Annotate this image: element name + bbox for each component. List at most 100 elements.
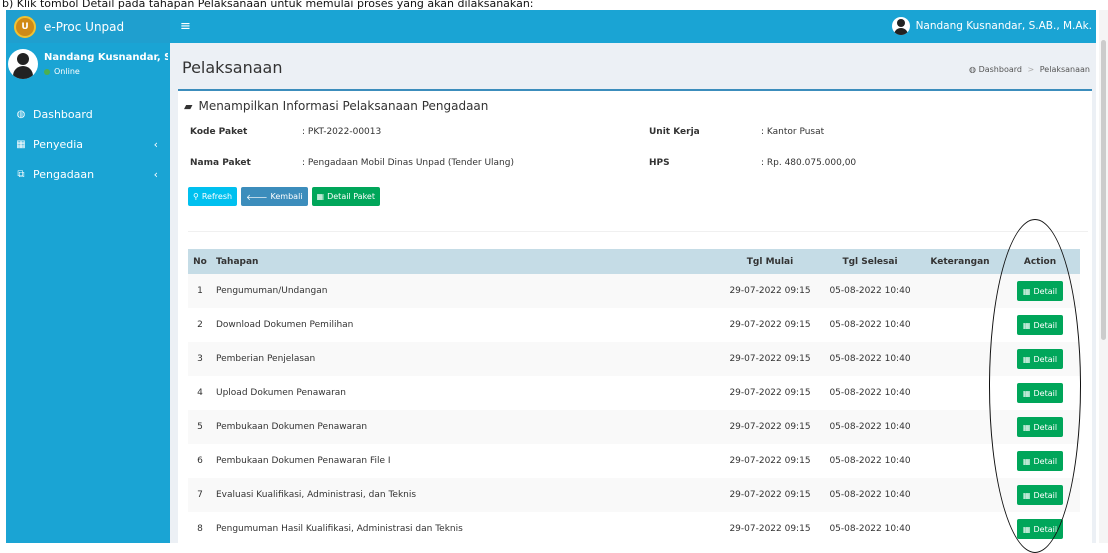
calendar-icon: ▦: [16, 138, 26, 150]
calendar-icon: ▦: [316, 192, 325, 201]
kembali-label: Kembali: [270, 192, 303, 201]
box-title: ▰ Menampilkan Informasi Pelaksanaan Peng…: [184, 99, 488, 113]
row-keterangan: [920, 274, 1000, 308]
sidebar-item-label: Penyedia: [33, 137, 84, 151]
row-no: 8: [197, 524, 203, 534]
table-header-row: No Tahapan Tgl Mulai Tgl Selesai Keteran…: [188, 249, 1080, 274]
brand[interactable]: U e-Proc Unpad: [6, 10, 170, 43]
row-keterangan: [920, 376, 1000, 410]
user-menu[interactable]: Nandang Kusnandar, S.AB., M.Ak.: [891, 17, 1092, 35]
col-tahapan: Tahapan: [212, 249, 720, 274]
row-tgl-selesai: 05-08-2022 10:40: [820, 410, 920, 444]
detail-paket-label: Detail Paket: [327, 192, 375, 201]
row-tahapan: Upload Dokumen Penawaran: [216, 388, 346, 398]
row-no: 6: [197, 456, 203, 466]
row-tahapan: Pemberian Penjelasan: [212, 342, 720, 376]
kode-paket-label: Kode Paket: [190, 127, 248, 137]
row-tahapan: Pembukaan Dokumen Penawaran File I: [216, 456, 391, 466]
row-no: 5: [188, 410, 212, 444]
row-tgl-selesai: 05-08-2022 10:40: [820, 342, 920, 376]
row-tgl-mulai: 29-07-2022 09:15: [729, 524, 811, 534]
sidebar-item-label: Pengadaan: [33, 167, 95, 181]
table-row: 3 Pemberian Penjelasan 29-07-2022 09:15 05-…: [188, 342, 1080, 376]
sidebar-item-pengadaan[interactable]: ⧉ Pengadaan ‹: [6, 159, 170, 189]
document-caption: b) Klik tombol Detail pada tahapan Pelak…: [2, 0, 534, 10]
dashboard-icon: ◍: [969, 65, 977, 74]
row-tahapan: Pengumuman/Undangan: [212, 274, 720, 308]
table-row: 7 Evaluasi Kualifikasi, Administrasi, dan…: [188, 478, 1080, 512]
refresh-button[interactable]: ⚲ Refresh: [188, 187, 238, 206]
brand-name: e-Proc Unpad: [44, 19, 125, 34]
detail-paket-button[interactable]: ▦ Detail Paket: [311, 187, 380, 206]
row-tgl-selesai: 05-08-2022 10:40: [829, 456, 911, 466]
tahapan-table: No Tahapan Tgl Mulai Tgl Selesai Keteran…: [188, 249, 1080, 543]
sidebar-item-dashboard[interactable]: ◍ Dashboard: [6, 99, 170, 129]
breadcrumb-current: Pelaksanaan: [1039, 65, 1090, 74]
col-tgl-mulai: Tgl Mulai: [720, 249, 820, 274]
col-keterangan: Keterangan: [920, 249, 1000, 274]
breadcrumb: ◍ Dashboard > Pelaksanaan: [969, 65, 1090, 74]
chevron-left-icon: ‹: [153, 137, 158, 151]
table-row: 5 Pembukaan Dokumen Penawaran 29-07-2022 0…: [188, 410, 1080, 444]
sidebar: U e-Proc Unpad Nandang Kusnandar, S.AB. …: [6, 10, 170, 543]
search-icon: ⚲: [193, 192, 199, 201]
book-icon: ▰: [184, 99, 193, 113]
table-row: 8 Pengumuman Hasil Kualifikasi, Administr…: [188, 512, 1080, 543]
unit-kerja-label: Unit Kerja: [649, 127, 700, 137]
row-tahapan: Pengumuman Hasil Kualifikasi, Administra…: [216, 524, 463, 534]
breadcrumb-separator: >: [1027, 65, 1035, 74]
row-tgl-selesai: 05-08-2022 10:40: [829, 388, 911, 398]
sidebar-item-penyedia[interactable]: ▦ Penyedia ‹: [6, 129, 170, 159]
main-content: Pelaksanaan ◍ Dashboard > Pelaksanaan ▰ …: [170, 43, 1096, 543]
online-status: Online: [44, 67, 168, 76]
box-title-text: Menampilkan Informasi Pelaksanaan Pengad…: [198, 99, 489, 113]
page-title: Pelaksanaan: [182, 58, 283, 77]
divider: [188, 231, 1088, 232]
row-keterangan: [920, 478, 1000, 512]
unit-kerja-value: : Kantor Pusat: [761, 127, 825, 137]
row-tgl-selesai: 05-08-2022 10:40: [829, 320, 911, 330]
row-tgl-mulai: 29-07-2022 09:15: [729, 320, 811, 330]
external-link-icon: ⧉: [17, 168, 25, 180]
action-buttons: ⚲ Refresh 🡐 Kembali ▦ Detail Paket: [188, 187, 384, 206]
kode-paket-value: : PKT-2022-00013: [302, 127, 382, 137]
breadcrumb-home[interactable]: Dashboard: [979, 65, 1022, 74]
row-keterangan: [920, 342, 1000, 376]
row-tahapan: Download Dokumen Pemilihan: [216, 320, 354, 330]
row-keterangan: [920, 410, 1000, 444]
row-keterangan: [920, 444, 1000, 478]
scrollbar[interactable]: [1099, 10, 1108, 543]
dashboard-icon: ◍: [16, 108, 26, 120]
sidebar-user-name: Nandang Kusnandar, S.AB.: [44, 52, 168, 63]
table-row: 6 Pembukaan Dokumen Penawaran File I 29-07…: [188, 444, 1080, 478]
row-tgl-mulai: 29-07-2022 09:15: [720, 342, 820, 376]
sidebar-item-label: Dashboard: [33, 107, 93, 121]
arrow-left-icon: 🡐: [246, 192, 268, 202]
table-row: 1 Pengumuman/Undangan 29-07-2022 09:15 05-0…: [188, 274, 1080, 308]
row-no: 4: [197, 388, 203, 398]
user-panel: Nandang Kusnandar, S.AB. Online: [6, 43, 170, 99]
top-navbar: ≡ Nandang Kusnandar, S.AB., M.Ak.: [170, 10, 1096, 43]
kembali-button[interactable]: 🡐 Kembali: [241, 187, 308, 206]
user-avatar-icon: [891, 17, 910, 35]
unpad-logo-icon: U: [14, 15, 36, 38]
row-no: 1: [188, 274, 212, 308]
table-row: 4 Upload Dokumen Penawaran 29-07-2022 09:1…: [188, 376, 1080, 410]
row-no: 7: [188, 478, 212, 512]
nama-paket-label: Nama Paket: [190, 158, 251, 168]
row-no: 2: [197, 320, 203, 330]
row-tahapan: Pembukaan Dokumen Penawaran: [212, 410, 720, 444]
online-dot-icon: [44, 68, 50, 75]
user-avatar-icon: [8, 49, 38, 79]
info-box: ▰ Menampilkan Informasi Pelaksanaan Peng…: [178, 89, 1092, 543]
col-no: No: [188, 249, 212, 274]
row-no: 3: [188, 342, 212, 376]
row-tgl-selesai: 05-08-2022 10:40: [820, 478, 920, 512]
scrollbar-thumb[interactable]: [1101, 40, 1106, 340]
row-tgl-selesai: 05-08-2022 10:40: [829, 524, 911, 534]
row-tgl-mulai: 29-07-2022 09:15: [720, 478, 820, 512]
table-row: 2 Download Dokumen Pemilihan 29-07-2022 09…: [188, 308, 1080, 342]
menu-toggle-icon[interactable]: ≡: [180, 19, 191, 34]
chevron-left-icon: ‹: [153, 167, 158, 181]
page-header: Pelaksanaan ◍ Dashboard > Pelaksanaan: [170, 43, 1096, 89]
